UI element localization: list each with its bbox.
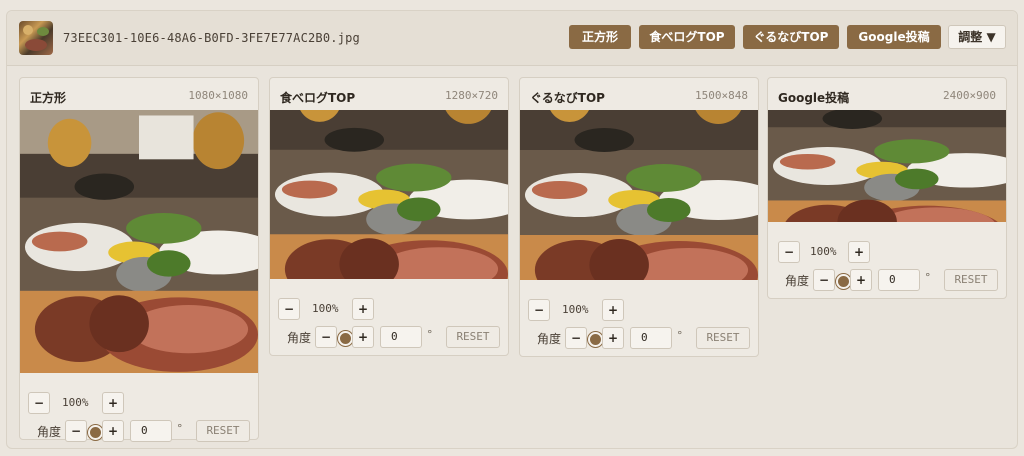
- zoom-in-button[interactable]: +: [848, 241, 870, 263]
- zoom-out-button[interactable]: −: [28, 392, 50, 414]
- reset-button[interactable]: RESET: [696, 327, 750, 349]
- rotation-knob-icon[interactable]: [338, 331, 353, 346]
- steak-photo: [768, 110, 1006, 222]
- cropper-app: 73EEC301-10E6-48A6-B0FD-3FE7E77AC2B0.jpg…: [6, 10, 1018, 449]
- degree-unit: °: [177, 422, 183, 435]
- preset-gurunavi-button[interactable]: ぐるなびTOP: [743, 25, 839, 49]
- angle-label: 角度: [785, 274, 810, 288]
- zoom-out-button[interactable]: −: [778, 241, 800, 263]
- steak-photo: [270, 110, 508, 279]
- crop-preview-image[interactable]: [270, 110, 508, 279]
- zoom-in-button[interactable]: +: [102, 392, 124, 414]
- preset-square-button[interactable]: 正方形: [569, 25, 631, 49]
- card-dimensions: 1080×1080: [188, 89, 248, 102]
- angle-label: 角度: [287, 331, 312, 345]
- angle-label: 角度: [37, 425, 62, 439]
- rotation-knob-icon[interactable]: [88, 425, 103, 440]
- angle-input[interactable]: 0: [380, 326, 422, 348]
- preset-tabelog-button[interactable]: 食べログTOP: [639, 25, 735, 49]
- zoom-in-button[interactable]: +: [352, 298, 374, 320]
- crop-card-square: 正方形 1080×1080 − 100% + 角度 − + 0 ° RESET: [19, 77, 259, 442]
- zoom-value: 100%: [562, 303, 589, 316]
- crop-card-tabelog: 食べログTOP 1280×720 − 100% + 角度 − + 0 ° RES…: [269, 77, 509, 356]
- rotate-right-button[interactable]: +: [352, 326, 374, 348]
- angle-input[interactable]: 0: [630, 327, 672, 349]
- file-name: 73EEC301-10E6-48A6-B0FD-3FE7E77AC2B0.jpg: [63, 31, 360, 45]
- rotate-left-button[interactable]: −: [565, 327, 587, 349]
- card-title: 食べログTOP: [280, 91, 356, 105]
- steak-photo: [20, 110, 258, 373]
- crop-preview-image[interactable]: [20, 110, 258, 373]
- zoom-out-button[interactable]: −: [528, 299, 550, 321]
- angle-label: 角度: [537, 332, 562, 346]
- reset-button[interactable]: RESET: [944, 269, 998, 291]
- crop-preview-image[interactable]: [768, 110, 1006, 222]
- crop-card-gurunavi: ぐるなびTOP 1500×848 − 100% + 角度 − + 0 ° RES…: [519, 77, 759, 357]
- preset-google-button[interactable]: Google投稿: [847, 25, 941, 49]
- rotation-knob-icon[interactable]: [836, 274, 851, 289]
- steak-photo: [520, 110, 758, 280]
- angle-input[interactable]: 0: [878, 269, 920, 291]
- card-title: ぐるなびTOP: [530, 91, 605, 105]
- crop-preview-image[interactable]: [520, 110, 758, 280]
- adjust-menu-button[interactable]: 調整 ▼: [948, 25, 1006, 49]
- caret-down-icon: ▼: [986, 30, 996, 44]
- degree-unit: °: [925, 271, 931, 284]
- zoom-value: 100%: [810, 245, 837, 258]
- card-dimensions: 1280×720: [445, 89, 498, 102]
- degree-unit: °: [677, 329, 683, 342]
- angle-input[interactable]: 0: [130, 420, 172, 442]
- zoom-value: 100%: [62, 396, 89, 409]
- degree-unit: °: [427, 328, 433, 341]
- zoom-in-button[interactable]: +: [602, 299, 624, 321]
- card-dimensions: 1500×848: [695, 89, 748, 102]
- card-title: 正方形: [30, 91, 67, 105]
- rotate-left-button[interactable]: −: [315, 326, 337, 348]
- adjust-label: 調整: [958, 30, 983, 44]
- rotate-right-button[interactable]: +: [102, 420, 124, 442]
- rotation-knob-icon[interactable]: [588, 332, 603, 347]
- rotate-right-button[interactable]: +: [602, 327, 624, 349]
- card-title: Google投稿: [778, 91, 850, 105]
- zoom-value: 100%: [312, 302, 339, 315]
- rotate-left-button[interactable]: −: [65, 420, 87, 442]
- reset-button[interactable]: RESET: [446, 326, 500, 348]
- reset-button[interactable]: RESET: [196, 420, 250, 442]
- file-thumbnail: [19, 21, 53, 55]
- rotate-right-button[interactable]: +: [850, 269, 872, 291]
- card-dimensions: 2400×900: [943, 89, 996, 102]
- top-toolbar: 73EEC301-10E6-48A6-B0FD-3FE7E77AC2B0.jpg…: [7, 11, 1017, 66]
- crop-card-google: Google投稿 2400×900 − 100% + 角度 − + 0 ° RE…: [767, 77, 1007, 299]
- rotate-left-button[interactable]: −: [813, 269, 835, 291]
- zoom-out-button[interactable]: −: [278, 298, 300, 320]
